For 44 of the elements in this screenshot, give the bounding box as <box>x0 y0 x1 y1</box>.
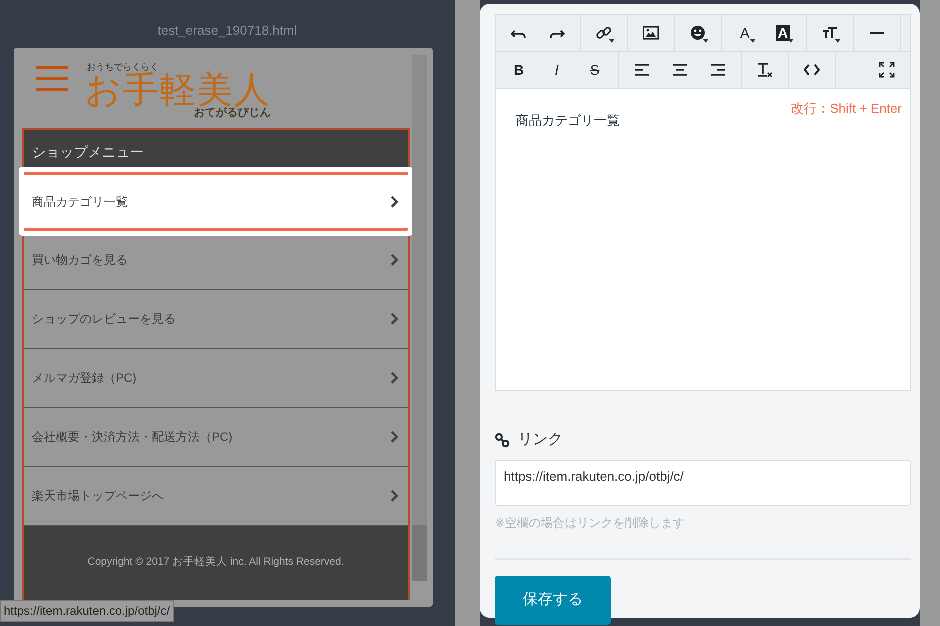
smiley-icon <box>690 25 706 41</box>
save-button[interactable]: 保存する <box>495 576 611 624</box>
font-color-button[interactable]: A <box>726 18 764 48</box>
logo-reading: おてがるびじん <box>193 108 271 119</box>
link-icon <box>495 432 510 448</box>
horizontal-rule-icon <box>869 32 885 34</box>
file-title: test_erase_190718.html <box>156 22 298 40</box>
chevron-icon <box>390 431 400 443</box>
link-field[interactable]: https://item.rakuten.co.jp/otbj/c/ <box>495 460 911 506</box>
link-note: ※空欄の場合はリンクを削除します <box>495 514 686 532</box>
fullscreen-icon <box>879 62 895 78</box>
logo-name: お手軽美人 <box>85 72 271 108</box>
caret-icon <box>788 39 794 43</box>
align-center-icon <box>672 62 688 78</box>
footer-text: Copyright © 2017 お手軽美人 inc. All Rights Reserved. <box>24 526 408 600</box>
chevron-icon <box>390 490 400 502</box>
italic-button[interactable]: I <box>538 55 576 85</box>
chevron-icon <box>390 372 400 384</box>
align-right-icon <box>710 62 726 78</box>
bold-button[interactable]: B <box>500 55 538 85</box>
text-size-icon <box>822 25 838 41</box>
code-icon <box>804 62 820 78</box>
image-icon <box>643 25 659 41</box>
scrollbar-thumb[interactable] <box>412 525 427 581</box>
caret-icon <box>750 39 756 43</box>
clear-format-icon <box>757 62 773 78</box>
editor-content: 商品カテゴリ一覧 <box>516 112 621 130</box>
link-icon <box>596 25 612 41</box>
link-label: リンク <box>518 430 563 450</box>
align-left-icon <box>634 62 650 78</box>
caret-icon <box>703 39 709 43</box>
chevron-icon <box>390 196 400 208</box>
caret-icon <box>835 39 841 43</box>
menu-item[interactable]: 買い物カゴを見る <box>24 231 408 290</box>
menu-item[interactable]: 会社概要・決済方法・配送方法（PC) <box>24 408 408 467</box>
menu-item[interactable]: ショップのレビューを見る <box>24 290 408 349</box>
line-break-hint: 改行：Shift + Enter <box>791 100 902 118</box>
caret-icon <box>609 39 615 43</box>
logo-tagline: おうちでらくらく <box>87 63 160 72</box>
strikethrough-button[interactable]: S <box>576 55 614 85</box>
menu-item[interactable]: メルマガ登録（PC) <box>24 349 408 408</box>
status-url: https://item.rakuten.co.jp/otbj/c/ <box>0 600 174 622</box>
chevron-icon <box>390 313 400 325</box>
chevron-icon <box>390 254 400 266</box>
